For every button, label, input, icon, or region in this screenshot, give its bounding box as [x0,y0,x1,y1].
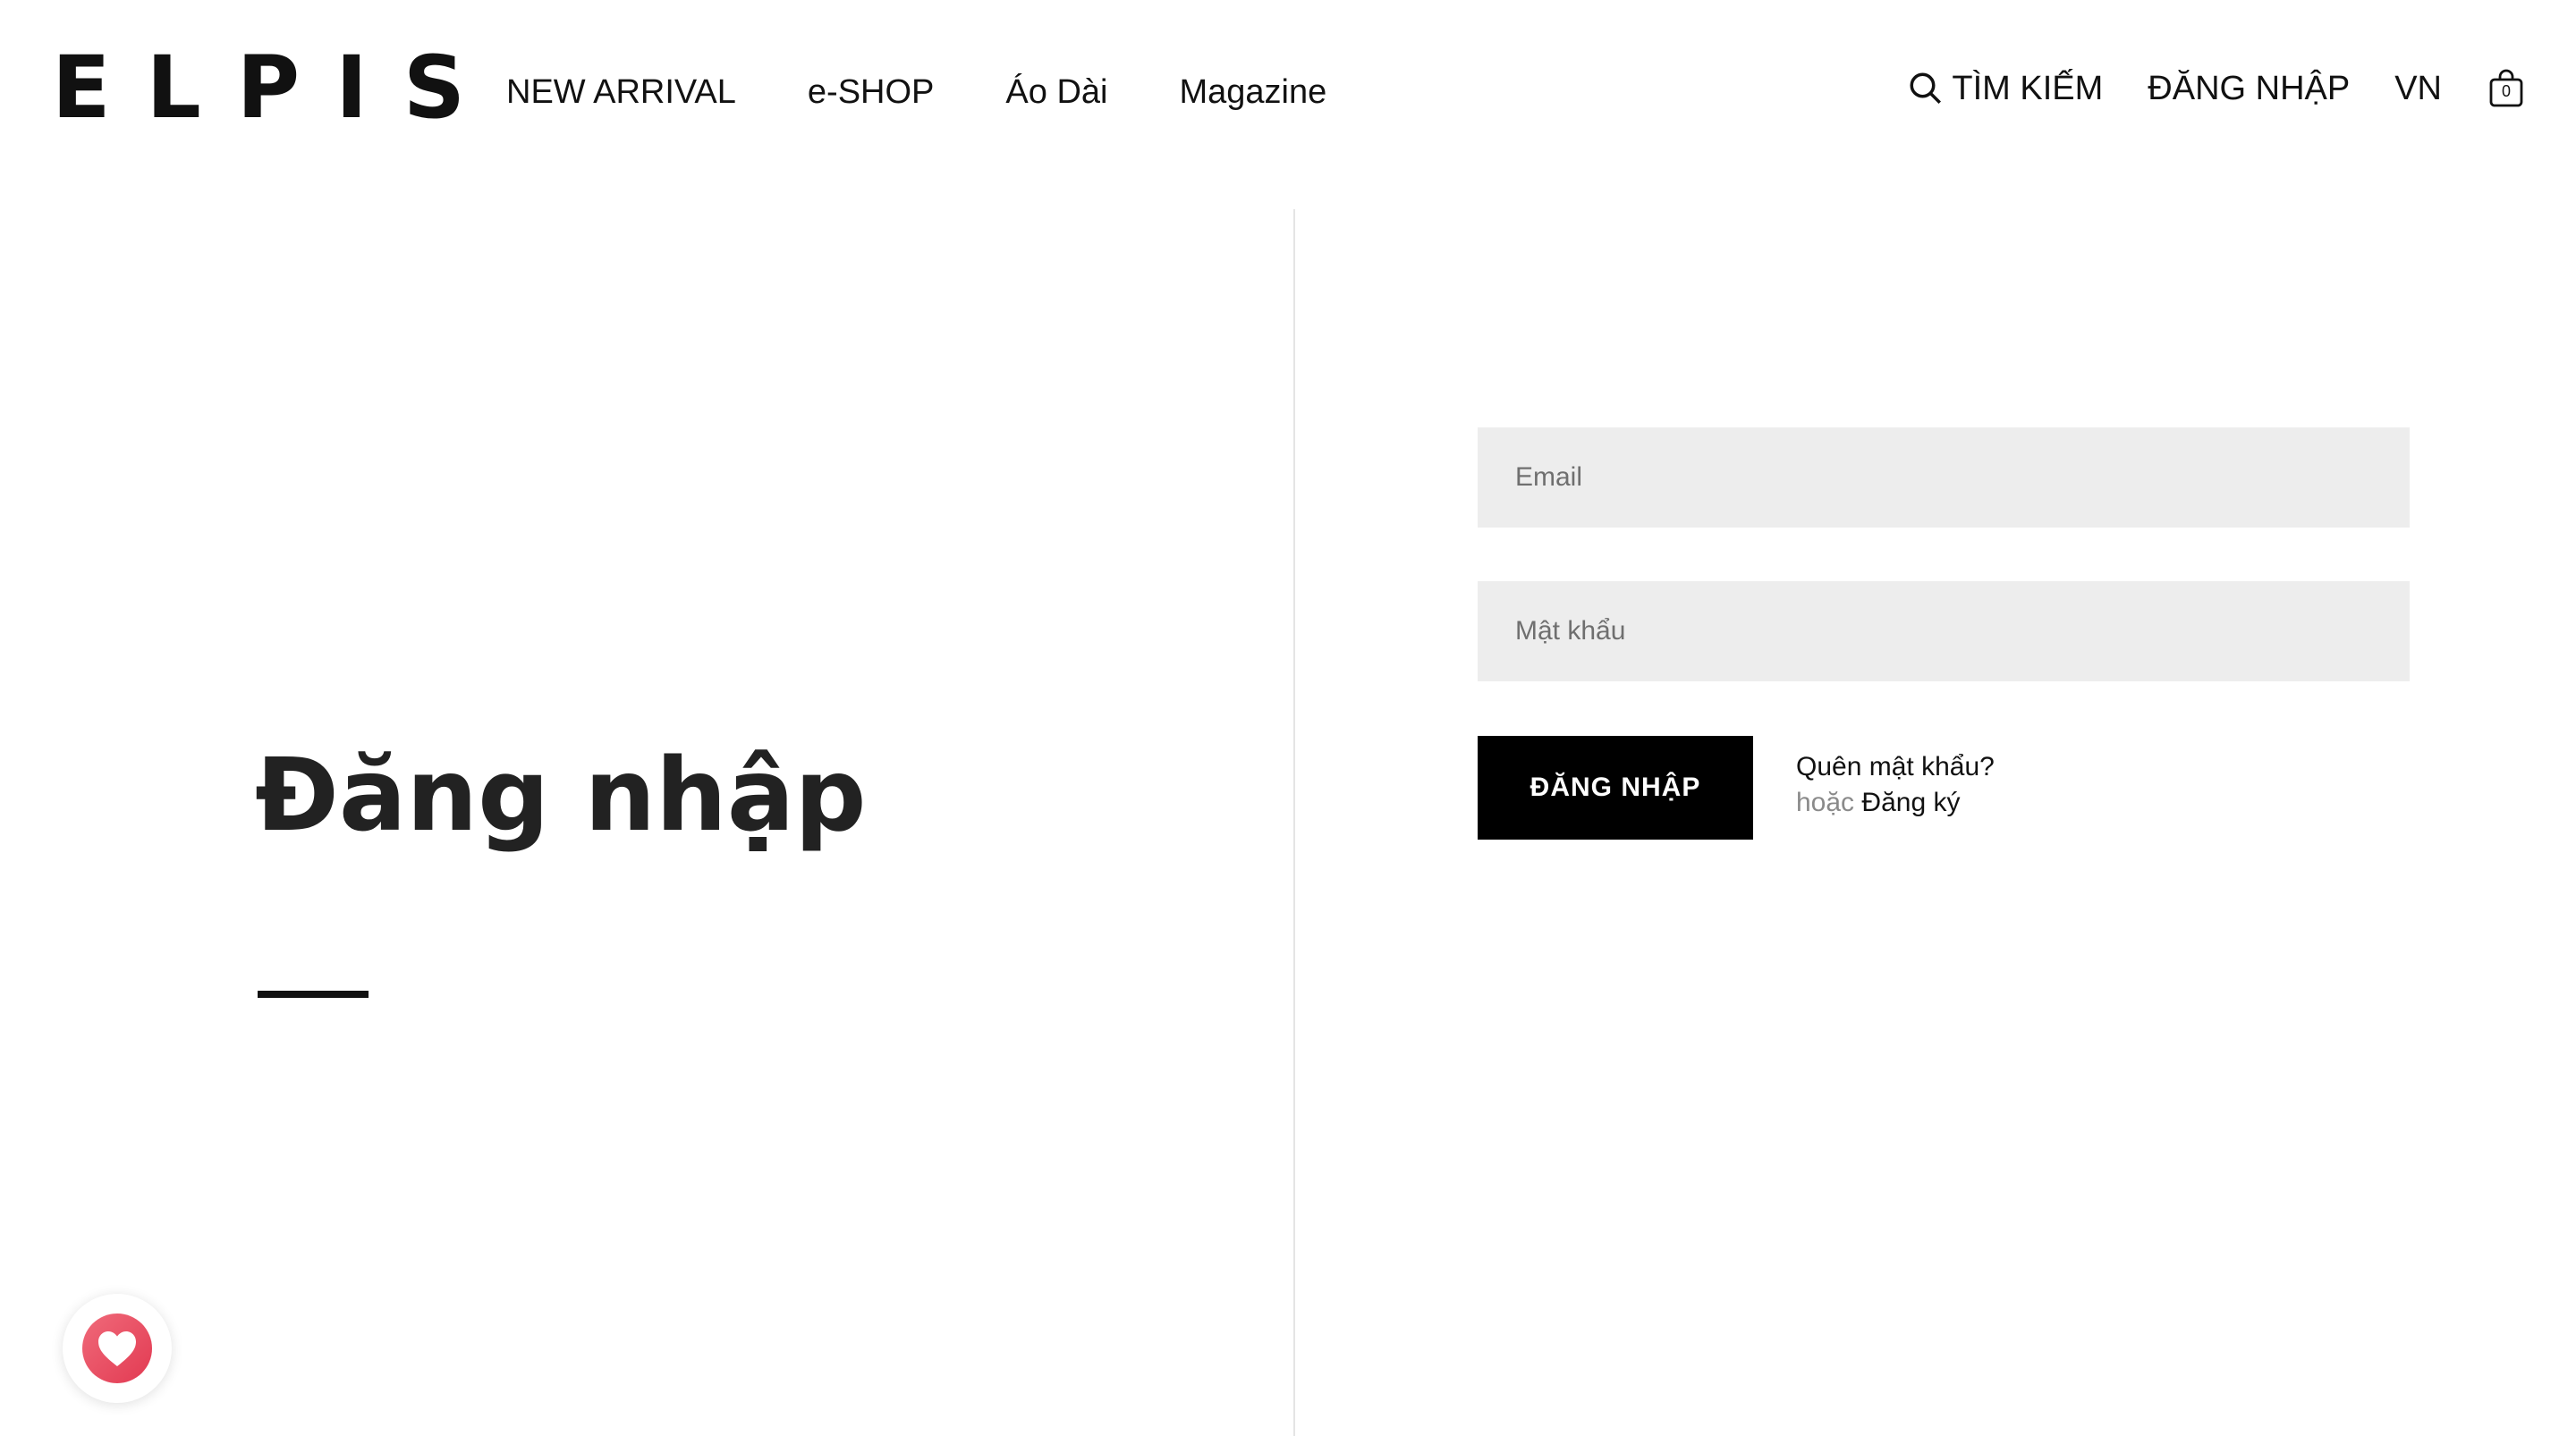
header-login-link[interactable]: ĐĂNG NHẬP [2148,66,2350,111]
title-underline [258,991,369,998]
wishlist-floating-button[interactable] [63,1294,172,1403]
auth-links: Quên mật khẩu? hoặc Đăng ký [1796,749,1995,821]
or-label: hoặc [1796,788,1855,817]
nav-item-ao-dai[interactable]: Áo Dài [1005,70,1107,114]
search-label: TÌM KIẾM [1952,70,2104,107]
header-actions: TÌM KIẾM ĐĂNG NHẬP VN 0 [1907,66,2524,111]
cart-count: 0 [2501,82,2511,100]
search-button[interactable]: TÌM KIẾM [1907,66,2103,111]
nav-item-new-arrival[interactable]: NEW ARRIVAL [506,70,736,114]
vertical-divider [1293,209,1295,1436]
search-icon [1910,72,1942,104]
heart-badge [82,1314,152,1383]
brand-logo[interactable]: ELPIS [52,45,501,131]
heart-icon [98,1331,136,1366]
nav-item-magazine[interactable]: Magazine [1179,70,1326,114]
password-field[interactable] [1478,581,2410,681]
page-title: Đăng nhập [255,738,867,854]
nav-item-eshop[interactable]: e-SHOP [808,70,934,114]
language-switcher[interactable]: VN [2394,66,2442,111]
main-nav: NEW ARRIVAL e-SHOP Áo Dài Magazine [506,70,1326,114]
site-header: ELPIS NEW ARRIVAL e-SHOP Áo Dài Magazine… [0,0,2576,188]
email-field[interactable] [1478,427,2410,528]
cart-button[interactable]: 0 [2488,69,2524,108]
register-link[interactable]: Đăng ký [1861,788,1960,817]
login-button[interactable]: ĐĂNG NHẬP [1478,736,1753,840]
forgot-password-link[interactable]: Quên mật khẩu? [1796,749,1995,785]
